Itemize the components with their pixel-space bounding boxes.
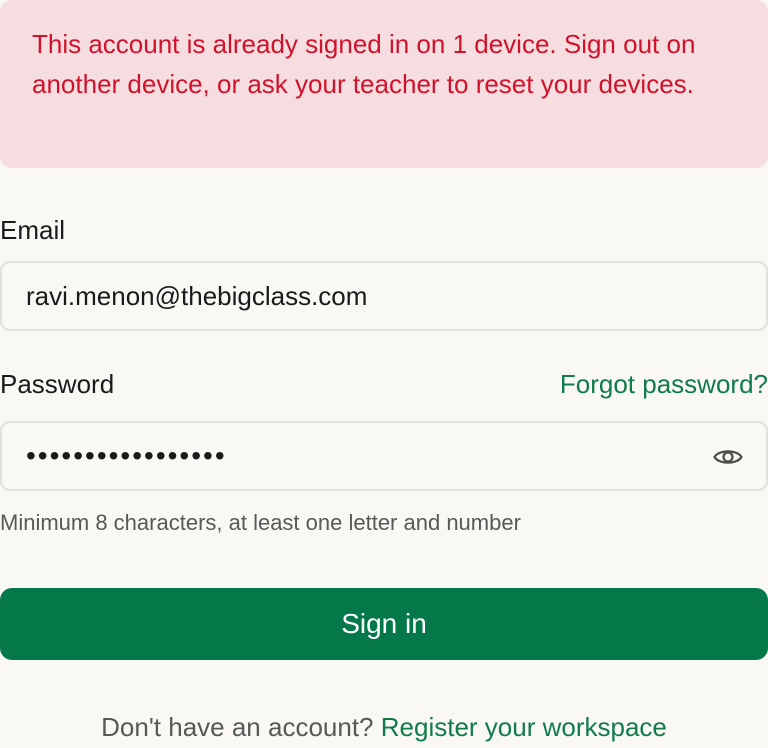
error-alert-message: This account is already signed in on 1 d… bbox=[32, 29, 696, 99]
register-prompt-text: Don't have an account? bbox=[101, 712, 374, 742]
email-field[interactable] bbox=[26, 263, 746, 329]
register-workspace-link[interactable]: Register your workspace bbox=[381, 712, 667, 742]
eye-icon-svg bbox=[713, 450, 743, 464]
sign-in-button[interactable]: Sign in bbox=[0, 588, 768, 660]
register-prompt: Don't have an account? Register your wor… bbox=[0, 710, 768, 744]
password-field[interactable] bbox=[26, 423, 686, 489]
email-label: Email bbox=[0, 215, 66, 245]
password-hint: Minimum 8 characters, at least one lette… bbox=[0, 510, 521, 535]
forgot-password-link[interactable]: Forgot password? bbox=[560, 368, 768, 400]
password-label: Password bbox=[0, 369, 115, 399]
email-field-container bbox=[0, 261, 768, 331]
eye-icon[interactable] bbox=[712, 441, 744, 473]
password-field-container bbox=[0, 421, 768, 491]
error-alert: This account is already signed in on 1 d… bbox=[0, 0, 768, 168]
